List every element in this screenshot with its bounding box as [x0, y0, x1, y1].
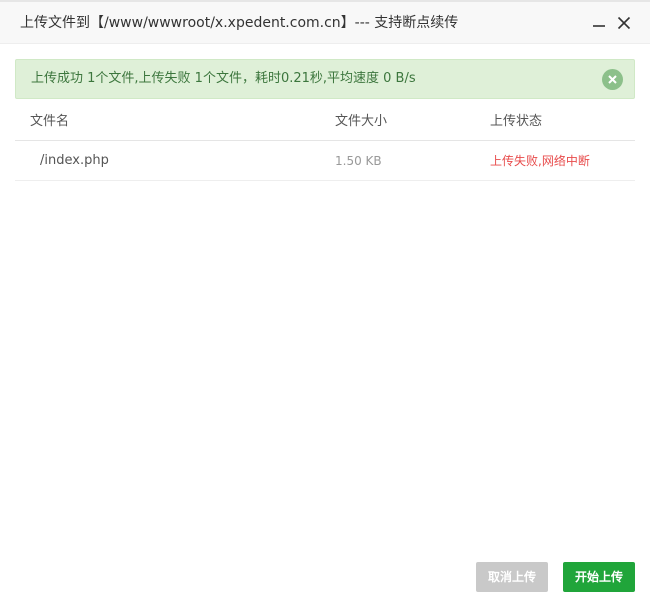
row-file-name: /index.php	[40, 153, 109, 168]
upload-result-alert: 上传成功 1个文件,上传失败 1个文件，耗时0.21秒,平均速度 0 B/s	[15, 59, 635, 99]
file-table: 文件名 文件大小 上传状态 /index.php 1.50 KB 上传失败,网络…	[15, 104, 635, 181]
alert-message: 上传成功 1个文件,上传失败 1个文件，耗时0.21秒,平均速度 0 B/s	[31, 71, 416, 86]
close-circle-icon[interactable]	[602, 69, 623, 90]
row-file-size: 1.50 KB	[335, 154, 382, 168]
cancel-upload-button[interactable]: 取消上传	[476, 562, 548, 592]
dialog-titlebar: 上传文件到【/www/wwwroot/x.xpedent.com.cn】--- …	[0, 2, 650, 44]
table-header: 文件名 文件大小 上传状态	[15, 104, 635, 141]
header-file-name: 文件名	[30, 114, 70, 129]
row-upload-status: 上传失败,网络中断	[490, 154, 590, 168]
header-upload-status: 上传状态	[490, 114, 543, 129]
dialog-title: 上传文件到【/www/wwwroot/x.xpedent.com.cn】--- …	[20, 15, 459, 31]
upload-dialog: 上传文件到【/www/wwwroot/x.xpedent.com.cn】--- …	[0, 0, 650, 606]
close-icon[interactable]	[615, 14, 633, 32]
header-file-size: 文件大小	[335, 114, 388, 129]
table-row: /index.php 1.50 KB 上传失败,网络中断	[15, 141, 635, 181]
minimize-icon[interactable]	[590, 14, 608, 32]
start-upload-button[interactable]: 开始上传	[563, 562, 635, 592]
